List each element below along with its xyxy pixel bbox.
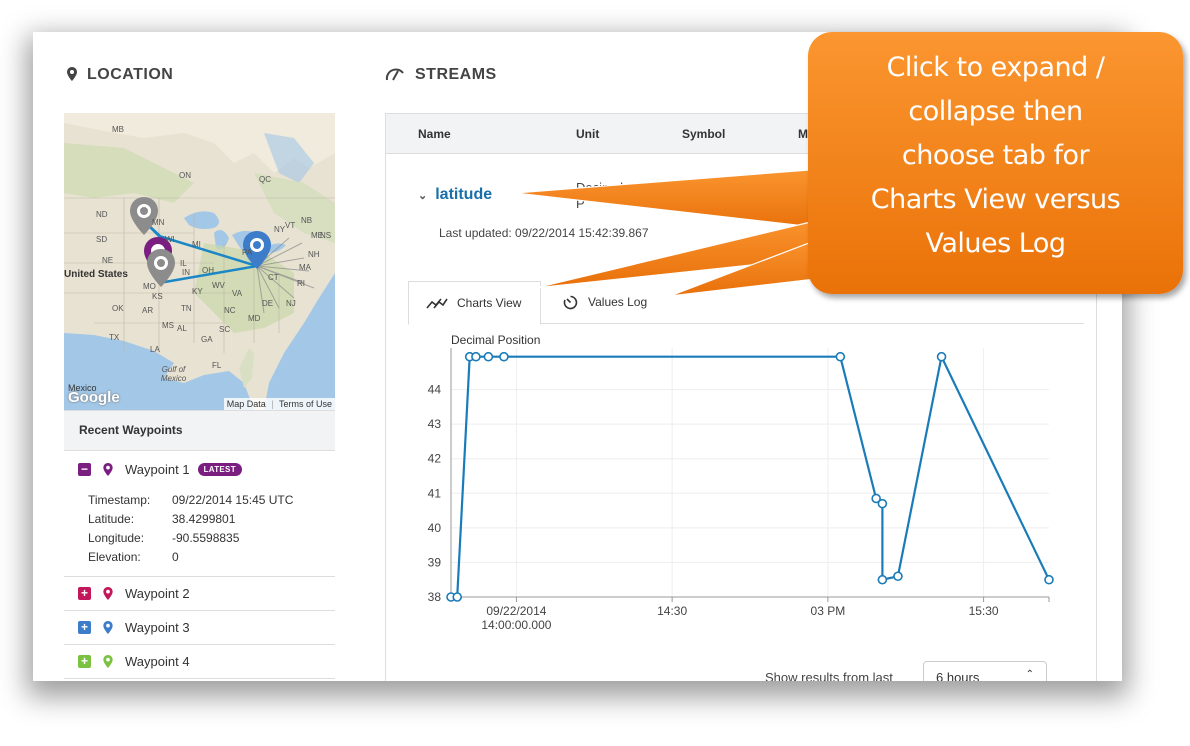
callout-line: Values Log [925, 228, 1066, 259]
annotation-callout: Click to expand / collapse then choose t… [808, 32, 1183, 294]
callout-line: collapse then [908, 96, 1083, 127]
callout-arrow-to-stream [514, 167, 841, 231]
callout-line: choose tab for [901, 140, 1090, 171]
callout-line: Charts View versus [870, 184, 1121, 215]
callout-line: Click to expand / [886, 52, 1105, 83]
